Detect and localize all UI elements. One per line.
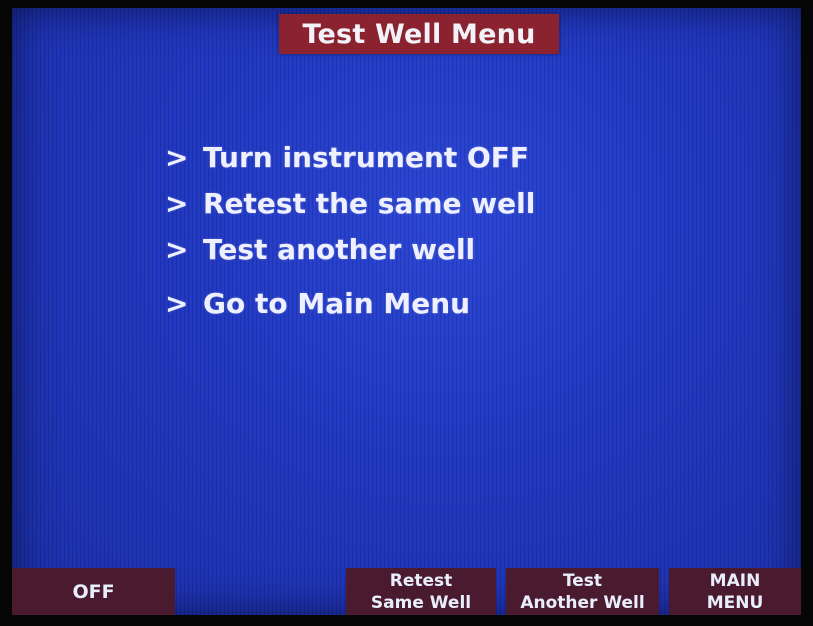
page-title: Test Well Menu (302, 18, 536, 50)
off-button-label: OFF (72, 580, 115, 603)
retest-same-well-button[interactable]: Retest Same Well (346, 568, 496, 615)
menu-item-label: Turn instrument OFF (203, 140, 530, 174)
menu-item-test-another-well[interactable]: > Test another well (165, 226, 625, 272)
title-bar: Test Well Menu (279, 14, 559, 54)
menu-item-label: Retest the same well (203, 186, 536, 220)
test-another-button-label-line1: Test (562, 570, 603, 591)
arrow-icon: > (165, 186, 189, 220)
off-button[interactable]: OFF (12, 568, 175, 615)
menu-item-main-menu[interactable]: > Go to Main Menu (165, 280, 625, 326)
menu-item-label: Go to Main Menu (203, 286, 471, 320)
arrow-icon: > (165, 286, 189, 320)
retest-button-label-line1: Retest (389, 570, 453, 591)
arrow-icon: > (165, 232, 189, 266)
softkey-bar: OFF Retest Same Well Test Another Well M… (12, 568, 801, 615)
menu-item-label: Test another well (203, 232, 476, 266)
test-another-well-button[interactable]: Test Another Well (506, 568, 659, 615)
main-menu-button-label-line1: MAIN (709, 570, 761, 591)
options-menu: > Turn instrument OFF > Retest the same … (165, 134, 625, 326)
test-another-button-label-line2: Another Well (520, 592, 645, 613)
device-bezel: Test Well Menu > Turn instrument OFF > R… (0, 0, 813, 626)
display-screen: Test Well Menu > Turn instrument OFF > R… (12, 8, 801, 615)
main-menu-button-label-line2: MENU (706, 592, 764, 613)
menu-item-turn-off[interactable]: > Turn instrument OFF (165, 134, 625, 180)
arrow-icon: > (165, 140, 189, 174)
menu-item-retest-same-well[interactable]: > Retest the same well (165, 180, 625, 226)
retest-button-label-line2: Same Well (370, 592, 472, 613)
main-menu-button[interactable]: MAIN MENU (669, 568, 801, 615)
